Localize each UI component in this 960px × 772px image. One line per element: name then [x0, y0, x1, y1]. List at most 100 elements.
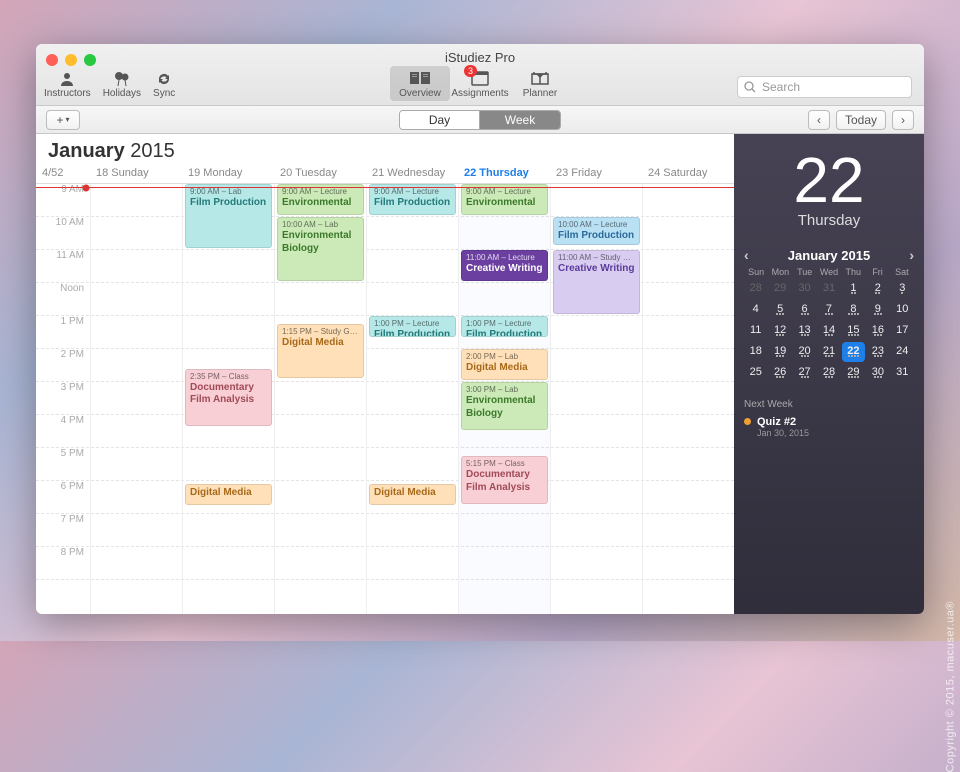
mini-calendar-day[interactable]: 30	[793, 279, 816, 299]
mini-next-button[interactable]: ›	[909, 247, 914, 263]
mini-calendar-day[interactable]: 11	[744, 321, 767, 341]
mini-calendar-day[interactable]: 19	[768, 342, 791, 362]
day-column[interactable]	[642, 184, 734, 614]
mini-calendar-day[interactable]: 23	[866, 342, 889, 362]
calendar-event[interactable]: 9:00 AM – LabFilm Production	[185, 184, 272, 248]
mini-calendar-day[interactable]: 8	[842, 300, 865, 320]
close-button[interactable]	[46, 54, 58, 66]
mini-calendar-day[interactable]: 29	[842, 363, 865, 383]
calendar-event[interactable]: 11:00 AM – Study GroupCreative Writing	[553, 250, 640, 314]
day-header[interactable]: 18 Sunday	[90, 163, 182, 183]
calendar-event[interactable]: 10:00 AM – LabEnvironmental Biology	[277, 217, 364, 281]
hour-label: 4 PM	[42, 415, 90, 426]
mini-calendar-day[interactable]: 30	[866, 363, 889, 383]
day-header[interactable]: 19 Monday	[182, 163, 274, 183]
add-button[interactable]: +▾	[46, 110, 80, 130]
mini-calendar-day[interactable]: 15	[842, 321, 865, 341]
search-icon	[744, 81, 756, 93]
mini-calendar-day[interactable]: 1	[842, 279, 865, 299]
mini-calendar-day[interactable]: 3	[891, 279, 914, 299]
day-mode-button[interactable]: Day	[400, 111, 480, 129]
mini-calendar-day[interactable]: 4	[744, 300, 767, 320]
mini-calendar-day[interactable]: 27	[793, 363, 816, 383]
zoom-button[interactable]	[84, 54, 96, 66]
mini-prev-button[interactable]: ‹	[744, 247, 749, 263]
toolbar-left: Instructors Holidays Sync	[44, 70, 175, 99]
next-button[interactable]: ›	[892, 110, 914, 130]
calendar-event[interactable]: Digital Media	[369, 484, 456, 505]
hour-label: 6 PM	[42, 481, 90, 492]
calendar-event[interactable]: 9:00 AM – LectureEnvironmental	[277, 184, 364, 215]
day-header[interactable]: 20 Tuesday	[274, 163, 366, 183]
calendar-event[interactable]: 11:00 AM – LectureCreative Writing	[461, 250, 548, 281]
toolbar-label: Assignments	[451, 88, 508, 99]
mini-calendar-day[interactable]: 17	[891, 321, 914, 341]
mini-calendar-day[interactable]: 5	[768, 300, 791, 320]
day-header[interactable]: 21 Wednesday	[366, 163, 458, 183]
calendar-event[interactable]: 9:00 AM – LectureEnvironmental	[461, 184, 548, 215]
mini-calendar-day[interactable]: 10	[891, 300, 914, 320]
day-column[interactable]: 10:00 AM – LectureFilm Production 11:00 A…	[550, 184, 642, 614]
day-header[interactable]: 23 Friday	[550, 163, 642, 183]
mini-calendar-day[interactable]: 12	[768, 321, 791, 341]
mini-calendar-day[interactable]: 22	[842, 342, 865, 362]
mini-calendar-day[interactable]: 21	[817, 342, 840, 362]
minimize-button[interactable]	[65, 54, 77, 66]
hour-label: 2 PM	[42, 349, 90, 360]
day-column[interactable]: 9:00 AM – LectureEnvironmental10:00 AM –…	[274, 184, 366, 614]
day-column[interactable]	[90, 184, 182, 614]
mini-calendar-day[interactable]: 14	[817, 321, 840, 341]
mini-calendar-day[interactable]: 9	[866, 300, 889, 320]
calendar-event[interactable]: 2:35 PM – ClassDocumentary Film Analysis	[185, 369, 272, 426]
mini-calendar-day[interactable]: 25	[744, 363, 767, 383]
assignments-tab[interactable]: 3 Assignments	[450, 66, 510, 101]
mini-calendar-day[interactable]: 31	[817, 279, 840, 299]
prev-button[interactable]: ‹	[808, 110, 830, 130]
today-button[interactable]: Today	[836, 110, 886, 130]
holidays-button[interactable]: Holidays	[103, 70, 141, 99]
mini-month-label: January 2015	[788, 248, 870, 263]
big-date-day: Thursday	[744, 212, 914, 229]
mini-calendar-day[interactable]: 13	[793, 321, 816, 341]
sync-button[interactable]: Sync	[153, 70, 175, 99]
mini-calendar-day[interactable]: 2	[866, 279, 889, 299]
mini-calendar-day[interactable]: 28	[744, 279, 767, 299]
calendar-event[interactable]: 1:15 PM – Study GroupDigital Media	[277, 324, 364, 378]
calendar-event[interactable]: 10:00 AM – LectureFilm Production	[553, 217, 640, 245]
instructors-button[interactable]: Instructors	[44, 70, 91, 99]
calendar-event[interactable]: 9:00 AM – LectureFilm Production	[369, 184, 456, 215]
mini-calendar-day[interactable]: 26	[768, 363, 791, 383]
mini-calendar-day[interactable]: 31	[891, 363, 914, 383]
mini-calendar-day[interactable]: 18	[744, 342, 767, 362]
day-column[interactable]: 9:00 AM – LectureFilm Production 1:00 PM …	[366, 184, 458, 614]
app-window: iStudiez Pro Instructors Holidays Sync O…	[36, 44, 924, 614]
overview-tab[interactable]: Overview	[390, 66, 450, 101]
calendar-event[interactable]: 5:15 PM – ClassDocumentary Film Analysis	[461, 456, 548, 504]
calendar-event[interactable]: Digital Media	[185, 484, 272, 505]
day-column[interactable]: 9:00 AM – LabFilm Production 2:35 PM – Cl…	[182, 184, 274, 614]
event-name: Digital Media	[466, 362, 543, 375]
planner-tab[interactable]: Planner	[510, 66, 570, 101]
calendar-grid[interactable]: 9 AM10 AM11 AMNoon1 PM2 PM3 PM4 PM5 PM6 …	[36, 184, 734, 614]
search-input[interactable]: Search	[737, 76, 912, 98]
day-header[interactable]: 24 Saturday	[642, 163, 734, 183]
day-column[interactable]: 9:00 AM – LectureEnvironmental 11:00 AM –…	[458, 184, 550, 614]
event-time: 3:00 PM – Lab	[466, 385, 543, 395]
day-header[interactable]: 22 Thursday	[458, 163, 550, 183]
chevron-right-icon: ›	[901, 113, 905, 127]
mini-calendar-day[interactable]: 6	[793, 300, 816, 320]
calendar-event[interactable]: 3:00 PM – LabEnvironmental Biology	[461, 382, 548, 430]
week-mode-button[interactable]: Week	[480, 111, 560, 129]
calendar-event[interactable]: 1:00 PM – LectureFilm Production	[369, 316, 456, 337]
calendar-event[interactable]: 2:00 PM – LabDigital Media	[461, 349, 548, 380]
calendar-event[interactable]: 1:00 PM – LectureFilm Production	[461, 316, 548, 337]
mini-calendar-day[interactable]: 29	[768, 279, 791, 299]
mini-calendar-day[interactable]: 28	[817, 363, 840, 383]
mini-calendar-day[interactable]: 7	[817, 300, 840, 320]
event-name: Digital Media	[374, 487, 451, 500]
mini-calendar-day[interactable]: 16	[866, 321, 889, 341]
hour-label: 7 PM	[42, 514, 90, 525]
upcoming-item[interactable]: Quiz #2Jan 30, 2015	[744, 416, 914, 438]
mini-calendar-day[interactable]: 20	[793, 342, 816, 362]
mini-calendar-day[interactable]: 24	[891, 342, 914, 362]
